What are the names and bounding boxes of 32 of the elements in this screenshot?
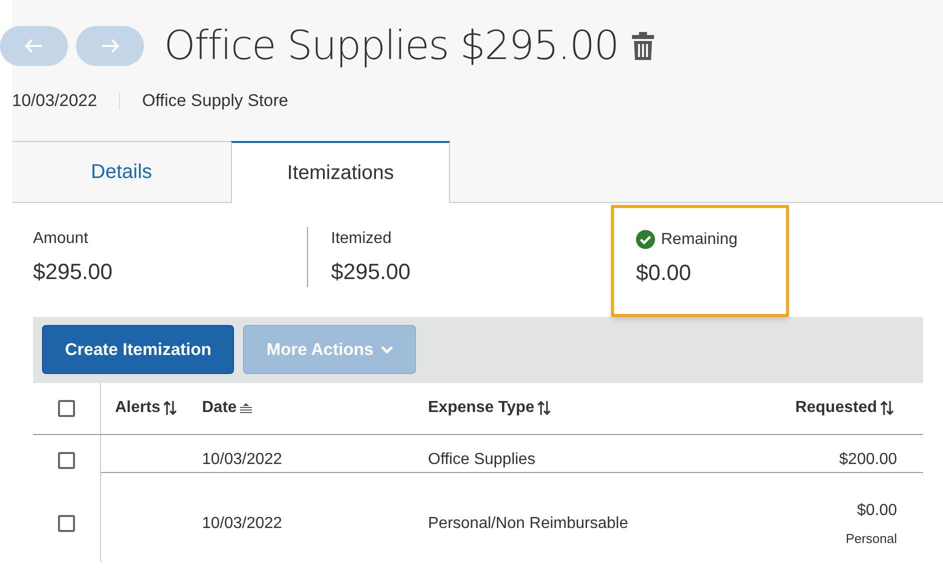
column-header[interactable]: Expense Type — [428, 396, 728, 420]
page-title: Office Supplies $295.00 — [164, 26, 618, 66]
left-arrow-icon — [25, 39, 43, 53]
checkbox[interactable] — [58, 452, 75, 468]
summary-label: Itemized — [331, 228, 392, 248]
expense-date: 10/03/2022 — [12, 90, 98, 112]
sort-icon — [162, 400, 178, 416]
tab[interactable]: Itemizations — [231, 140, 450, 202]
sort-icon — [238, 403, 253, 413]
summary-value: $295.00 — [331, 258, 412, 286]
amount-note: Personal — [846, 530, 897, 548]
table-cell: 10/03/2022 — [202, 450, 282, 468]
table-cell-text: $200.00 — [839, 450, 897, 470]
column-header[interactable]: Date — [202, 396, 428, 420]
table-cell: Office Supplies — [428, 450, 536, 468]
column-header[interactable]: Alerts — [101, 396, 202, 420]
create-button[interactable]: Create Itemization — [42, 325, 234, 374]
sort-icon — [879, 400, 895, 416]
table-cell: 10/03/2022 — [202, 514, 282, 532]
sort-icon — [536, 400, 552, 416]
checkbox[interactable] — [58, 400, 75, 416]
summary-value: $0.00 — [636, 258, 692, 286]
trash-icon[interactable] — [632, 32, 654, 60]
table-cell: Personal/Non Reimbursable — [428, 514, 628, 532]
checkbox[interactable] — [58, 515, 75, 532]
right-arrow-icon — [101, 39, 119, 53]
merchant-name: Office Supply Store — [142, 90, 288, 112]
table-cell-text: $0.00 — [856, 500, 897, 521]
summary-value: $295.00 — [33, 258, 114, 286]
summary-label: Amount — [33, 228, 88, 248]
column-header[interactable]: Requested — [728, 396, 923, 420]
summary-label: Remaining — [661, 230, 738, 250]
